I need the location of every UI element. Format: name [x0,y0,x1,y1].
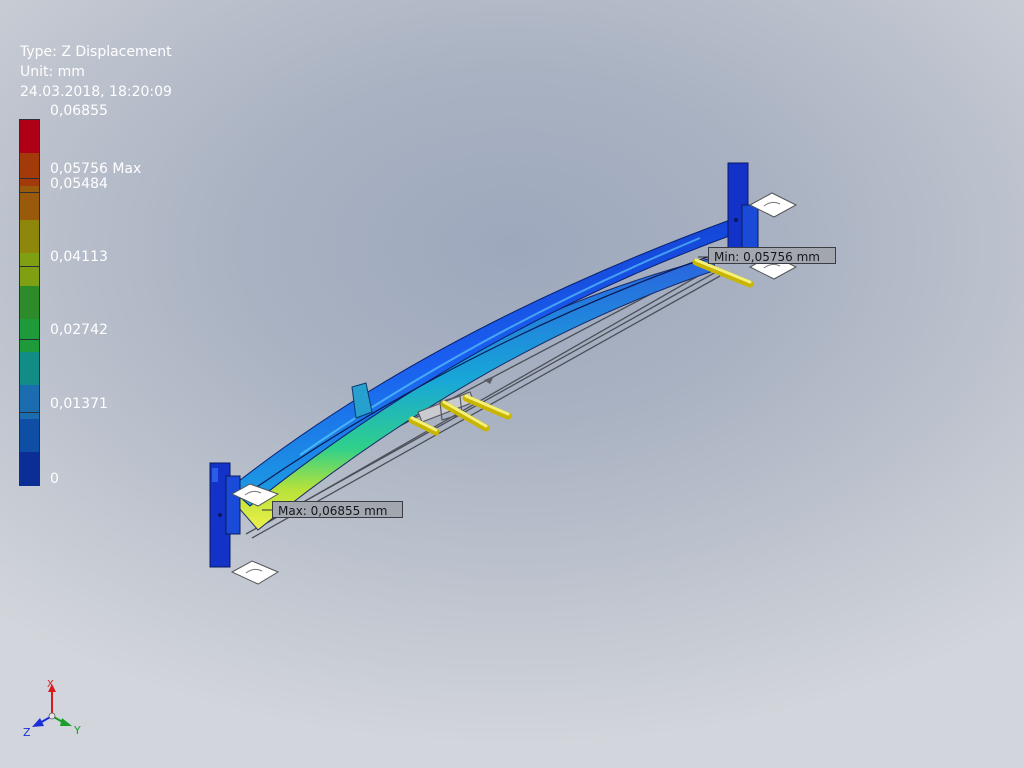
triad-label-z: Z [23,726,31,738]
triad-x-arrow [32,718,44,727]
beam-underside [231,257,717,531]
triad-label-y: Y [73,724,81,737]
view-triad[interactable]: Z X Y [18,678,98,738]
left-end-bracket [209,462,241,568]
triad-label-x: X [47,679,54,690]
triad-origin [48,712,56,720]
min-probe-label[interactable]: Min: 0,05756 mm [708,247,836,264]
fea-model-viewport[interactable] [0,0,1024,768]
triad-y-arrow [60,718,72,726]
constraint-marker[interactable] [230,560,280,585]
center-mount-tab [351,382,373,419]
max-probe-label[interactable]: Max: 0,06855 mm [272,501,403,518]
load-arrow-icon [484,376,494,384]
